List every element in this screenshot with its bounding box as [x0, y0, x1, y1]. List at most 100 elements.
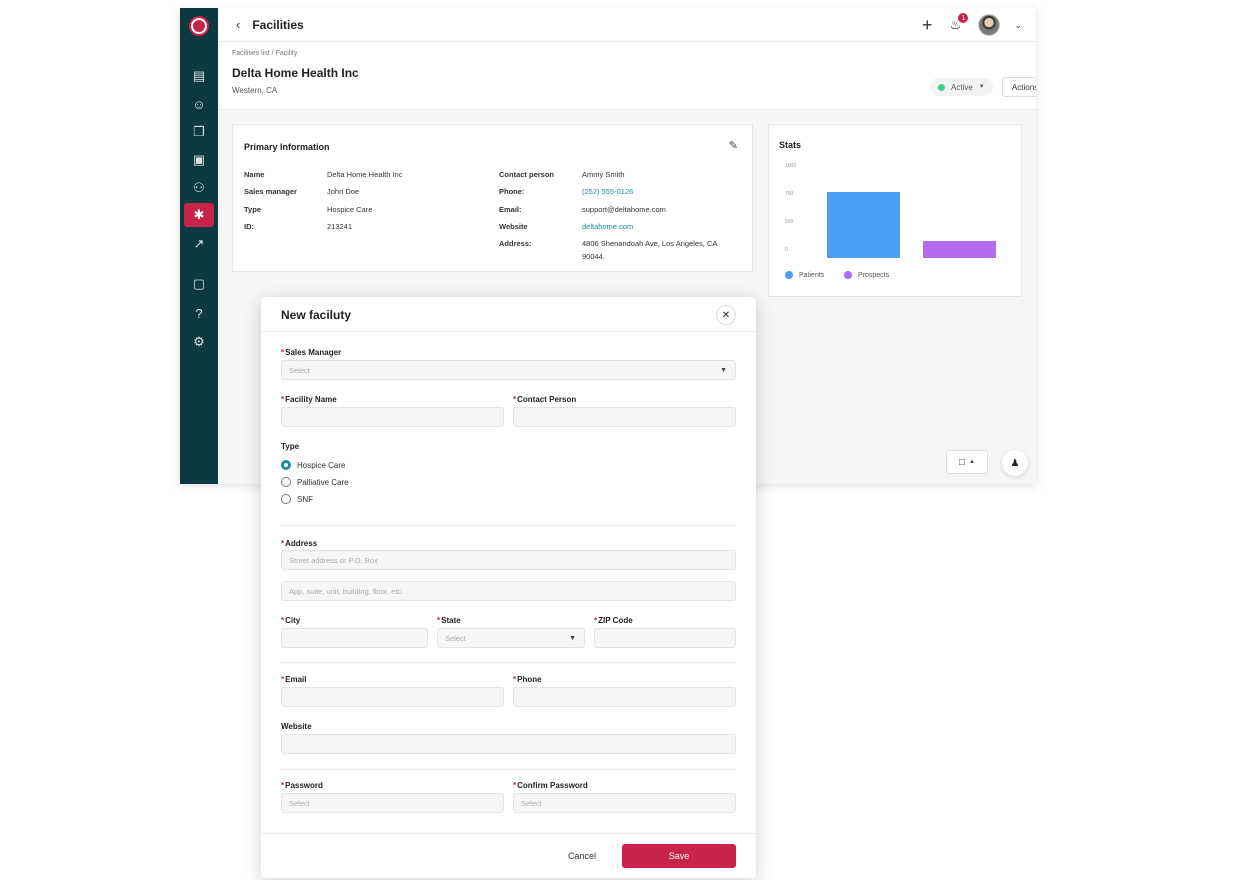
plus-icon[interactable]: + — [922, 15, 933, 35]
users-icon[interactable]: ⚇ — [184, 176, 214, 200]
contact-person-label: *Contact Person — [513, 395, 577, 404]
bar-patients — [827, 191, 900, 258]
legend-item-prospects[interactable]: Prospects — [844, 271, 889, 279]
info-key: Contact person — [499, 170, 555, 179]
legend-label: Patients — [799, 271, 825, 279]
radio-button[interactable] — [281, 494, 291, 504]
info-value: John Doe — [327, 187, 360, 196]
radio-label: SNF — [297, 494, 313, 504]
password-label: *Password — [281, 781, 323, 790]
website-label: Website — [281, 722, 312, 731]
stats-card: Stats 1000 750 500 0 Patients Prospects — [768, 124, 1022, 297]
chat-icon: □ — [959, 456, 966, 468]
dashboard-icon[interactable]: ▣ — [184, 148, 214, 172]
card-title: Primary Information — [244, 142, 330, 152]
info-key: Website — [499, 222, 528, 231]
bar-prospects — [923, 240, 996, 258]
zip-code-label: *ZIP Code — [594, 616, 633, 625]
state-label: *State — [437, 616, 461, 625]
settings-icon[interactable]: ⚙ — [184, 330, 214, 354]
contact-person-input[interactable] — [513, 407, 736, 427]
actions-label: Actions — [1011, 82, 1036, 92]
info-value: support@deltahome.com — [582, 205, 666, 214]
close-icon[interactable]: ✕ — [716, 305, 736, 325]
info-value: 90044. — [582, 252, 605, 261]
address-line2-input[interactable]: App, suite, unit, building, floor, etc. — [281, 581, 736, 601]
y-tick-label: 0 — [785, 247, 788, 253]
legend-swatch — [785, 271, 793, 279]
chat-toggle-button[interactable]: □ ▲ — [946, 450, 988, 474]
actions-button[interactable]: Actions ▼ — [1002, 77, 1036, 97]
facility-icon[interactable]: ✱ — [184, 203, 214, 227]
facility-name-input[interactable] — [281, 407, 504, 427]
status-dropdown[interactable]: Active ▼ — [930, 78, 993, 96]
map-icon[interactable]: ▤ — [184, 64, 214, 88]
zip-code-input[interactable] — [594, 628, 736, 648]
avatar[interactable] — [978, 14, 1001, 36]
divider — [281, 525, 736, 526]
legend-item-patients[interactable]: Patients — [785, 271, 824, 279]
people-icon[interactable]: ♟ — [1002, 450, 1028, 476]
bell-icon[interactable]: ♨ 1 — [946, 13, 969, 34]
chevron-left-icon[interactable]: ‹ — [236, 17, 240, 32]
type-label: Type — [281, 442, 300, 451]
radio-button[interactable] — [281, 460, 291, 470]
logo-icon[interactable] — [189, 16, 209, 36]
info-key: ID: — [244, 222, 254, 231]
breadcrumb[interactable]: Facilities list / Facility — [232, 50, 297, 57]
help-icon[interactable]: ? — [184, 301, 214, 325]
stats-title: Stats — [779, 140, 802, 150]
save-button[interactable]: Save — [622, 844, 736, 868]
documents-icon[interactable]: ❐ — [184, 120, 214, 144]
email-input[interactable] — [281, 687, 504, 707]
password-input[interactable]: Select — [281, 793, 504, 813]
info-key: Email: — [499, 205, 522, 214]
facility-name-label: *Facility Name — [281, 395, 337, 404]
info-value: Hospice Care — [327, 205, 373, 214]
state-select[interactable]: Select ▼ — [437, 628, 585, 648]
facility-header: Facilities list / Facility Delta Home He… — [218, 42, 1036, 110]
chat-icon[interactable]: ▢ — [184, 272, 214, 296]
sales-manager-select[interactable]: Select ▼ — [281, 360, 736, 380]
address-label: *Address — [281, 539, 318, 548]
website-input[interactable] — [281, 734, 736, 754]
phone-input[interactable] — [513, 687, 736, 707]
top-actions: + ♨ 1 ⌄ — [922, 13, 1022, 36]
info-value: Delta Home Health Inc — [327, 170, 403, 179]
radio-button[interactable] — [281, 477, 291, 487]
caret-down-icon: ▼ — [720, 367, 727, 374]
primary-info-card: Primary Information ✎ Name Delta Home He… — [232, 124, 753, 272]
confirm-password-input[interactable]: Select — [513, 793, 736, 813]
modal-header: New faciluty ✕ — [261, 297, 756, 332]
radio-label: Palliative Care — [297, 477, 349, 487]
status-label: Active — [951, 82, 973, 92]
address-line1-input[interactable]: Street address or P.O. Box — [281, 550, 736, 570]
chevron-down-icon[interactable]: ⌄ — [1014, 20, 1022, 31]
pencil-icon[interactable]: ✎ — [729, 139, 738, 152]
info-value: 213241 — [327, 222, 353, 231]
legend-swatch — [844, 271, 852, 279]
website-link[interactable]: deltahome.com — [582, 222, 633, 231]
notification-badge: 1 — [958, 13, 969, 23]
info-key: Phone: — [499, 187, 525, 196]
phone-link[interactable]: (252) 555-0126 — [582, 187, 633, 196]
caret-down-icon: ▼ — [569, 635, 576, 642]
caret-up-icon: ▲ — [969, 459, 975, 465]
email-label: *Email — [281, 675, 307, 684]
sales-manager-label: *Sales Manager — [281, 348, 342, 357]
info-value: Ammy Smith — [582, 170, 625, 179]
info-key: Name — [244, 170, 265, 179]
radio-hospice-care[interactable]: Hospice Care — [281, 460, 345, 470]
analytics-icon[interactable]: ↗ — [184, 232, 214, 256]
modal-footer: Cancel Save — [261, 833, 756, 878]
radio-snf[interactable]: SNF — [281, 494, 313, 504]
divider — [281, 769, 736, 770]
cancel-button[interactable]: Cancel — [561, 846, 603, 866]
city-label: *City — [281, 616, 301, 625]
facility-title: Delta Home Health Inc — [232, 66, 359, 80]
info-key: Type — [244, 205, 261, 214]
caret-down-icon: ▼ — [978, 84, 985, 90]
city-input[interactable] — [281, 628, 428, 648]
radio-palliative-care[interactable]: Palliative Care — [281, 477, 349, 487]
user-add-icon[interactable]: ☺ — [184, 92, 214, 116]
